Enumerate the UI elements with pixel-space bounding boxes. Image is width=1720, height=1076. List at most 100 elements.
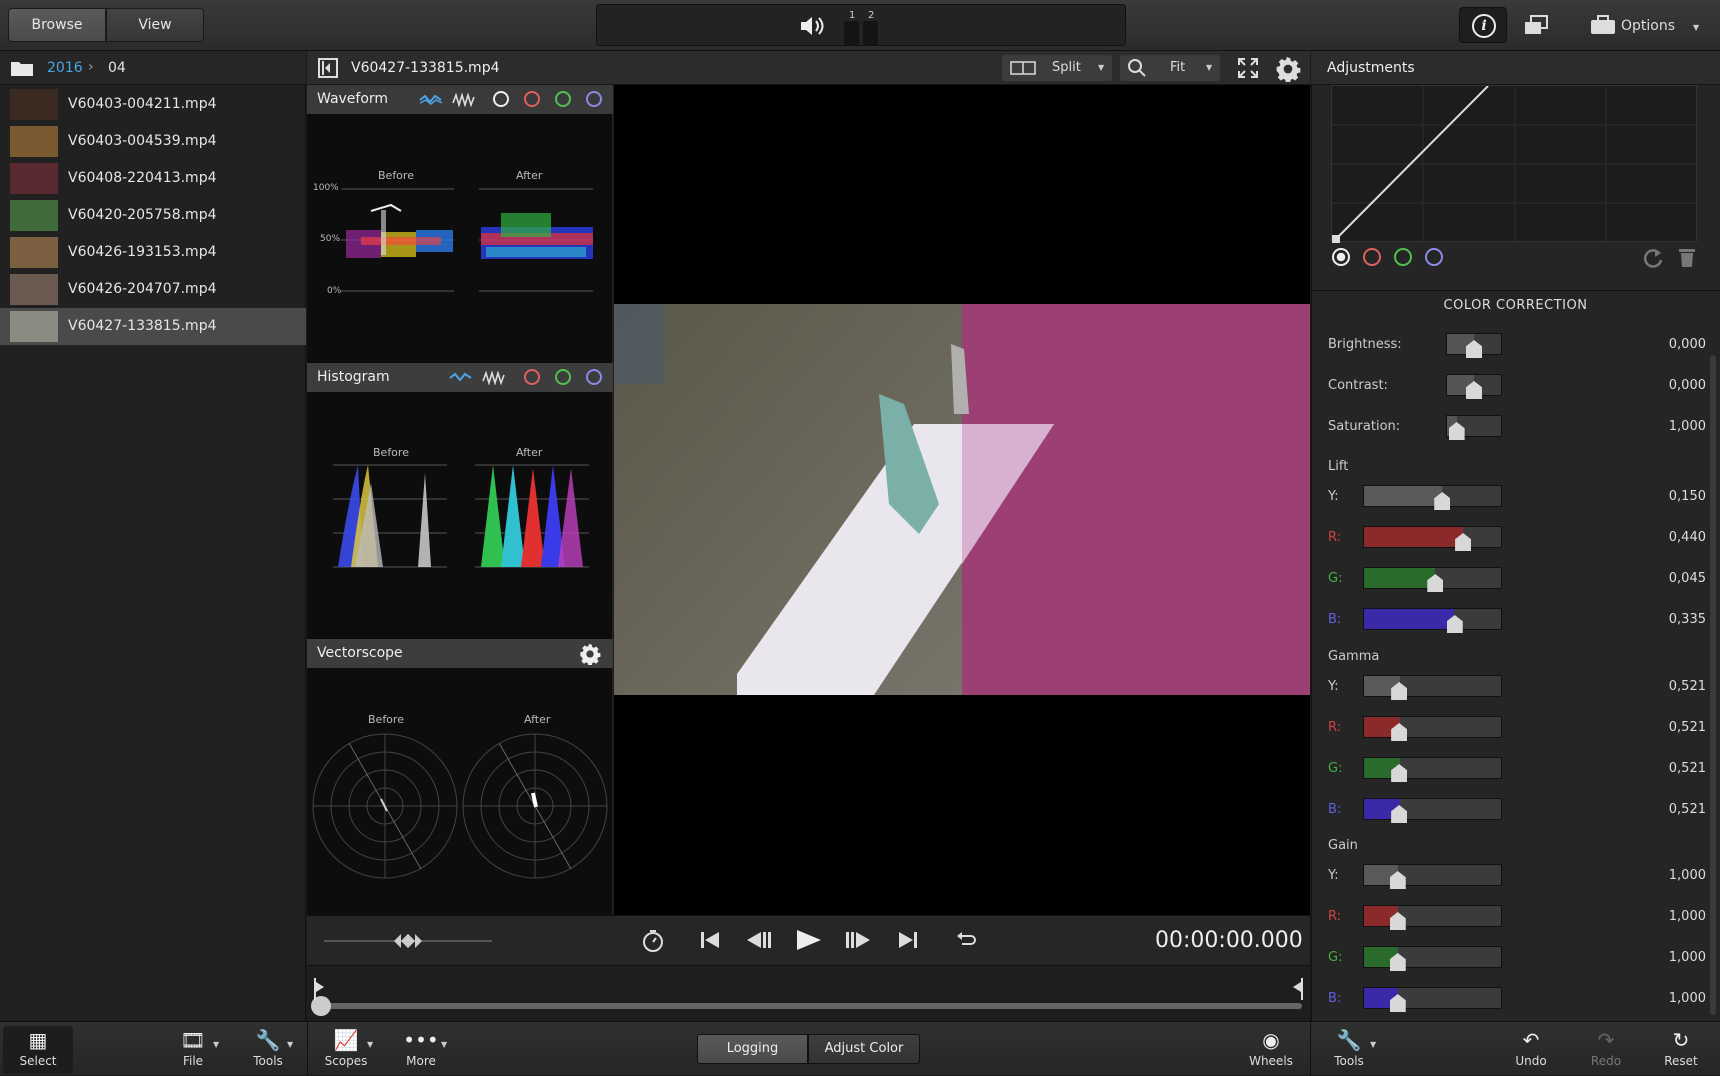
histogram-parade-icon[interactable] [482, 371, 506, 385]
curve-blue-toggle[interactable] [1425, 248, 1443, 266]
curves-editor[interactable] [1331, 85, 1698, 243]
more-menu-button[interactable]: ••• More [386, 1026, 456, 1074]
zoom-dropdown[interactable]: Fit ▼ [1120, 55, 1220, 81]
loop-icon[interactable] [954, 930, 978, 950]
slider-gamma-r[interactable]: R: 0,521 [1311, 713, 1706, 743]
slider-gamma-g[interactable]: G: 0,521 [1311, 754, 1706, 784]
file-list-item[interactable]: V60403-004539.mp4 [0, 123, 306, 160]
vectorscope-settings-gear-icon[interactable] [579, 643, 601, 665]
slider-lift-g[interactable]: G: 0,045 [1311, 564, 1706, 594]
slider-lift-r[interactable]: R: 0,440 [1311, 523, 1706, 553]
slider-gamma-y[interactable]: Y: 0,521 [1311, 672, 1706, 702]
curve-red-toggle[interactable] [1363, 248, 1381, 266]
speaker-icon[interactable] [799, 15, 827, 37]
tools-menu-button[interactable]: 🔧 Tools [233, 1026, 303, 1074]
undo-button[interactable]: ↶ Undo [1496, 1026, 1566, 1074]
slider-track[interactable] [1363, 946, 1502, 968]
vectorscope-graph [312, 733, 608, 879]
skip-to-start-icon[interactable] [699, 930, 721, 950]
breadcrumb-year[interactable]: 2016 [47, 60, 83, 76]
blue-channel-toggle[interactable] [586, 91, 602, 107]
slider-track[interactable] [1363, 608, 1502, 630]
collapse-panel-icon[interactable] [318, 58, 338, 78]
briefcase-icon[interactable] [1590, 15, 1616, 35]
logging-tab[interactable]: Logging [697, 1034, 808, 1064]
out-point-marker-icon[interactable] [1291, 978, 1303, 1000]
file-list-item[interactable]: V60408-220413.mp4 [0, 160, 306, 197]
more-caret-icon[interactable]: ▼ [441, 1040, 447, 1049]
adjustments-scrollbar[interactable] [1710, 355, 1716, 1015]
histogram-blue-toggle[interactable] [586, 369, 602, 385]
curve-green-toggle[interactable] [1394, 248, 1412, 266]
split-dropdown[interactable]: Split ▼ [1002, 55, 1112, 81]
folder-icon[interactable] [10, 59, 34, 77]
step-forward-icon[interactable] [844, 930, 872, 950]
luma-channel-toggle[interactable] [493, 91, 509, 107]
reset-button[interactable]: ↻ Reset [1646, 1026, 1716, 1074]
slider-track[interactable] [1363, 716, 1502, 738]
options-menu[interactable]: Options [1621, 18, 1675, 34]
red-channel-toggle[interactable] [524, 91, 540, 107]
view-button[interactable]: View [106, 8, 204, 42]
slider-track[interactable] [1363, 864, 1502, 886]
slider-track[interactable] [1363, 675, 1502, 697]
windows-icon[interactable] [1523, 14, 1549, 36]
file-list-item[interactable]: V60403-004211.mp4 [0, 86, 306, 123]
green-channel-toggle[interactable] [555, 91, 571, 107]
fullscreen-icon[interactable] [1237, 57, 1259, 79]
adjust-tools-caret-icon[interactable]: ▼ [1370, 1040, 1376, 1049]
select-button[interactable]: ▦ Select [3, 1026, 73, 1074]
browse-button[interactable]: Browse [8, 8, 106, 42]
breadcrumb-month[interactable]: 04 [108, 60, 126, 76]
slider-gain-y[interactable]: Y: 1,000 [1311, 861, 1706, 891]
options-caret-icon[interactable]: ▼ [1693, 23, 1699, 32]
scrub-track[interactable] [320, 1003, 1302, 1009]
curve-luma-toggle[interactable] [1332, 248, 1350, 266]
slider-contrast[interactable]: Contrast: 0,000 [1311, 371, 1706, 401]
histogram-red-toggle[interactable] [524, 369, 540, 385]
slider-lift-b[interactable]: B: 0,335 [1311, 605, 1706, 635]
viewer-settings-gear-icon[interactable] [1275, 56, 1301, 82]
timeline-scrubber[interactable] [307, 965, 1310, 1021]
slider-gain-b[interactable]: B: 1,000 [1311, 984, 1706, 1014]
slider-gain-r[interactable]: R: 1,000 [1311, 902, 1706, 932]
waveform-parade-icon[interactable] [452, 93, 476, 107]
trash-icon[interactable] [1677, 246, 1697, 268]
wheels-button[interactable]: ◉ Wheels [1236, 1026, 1306, 1074]
play-icon[interactable] [793, 928, 823, 952]
file-list-item[interactable]: V60426-204707.mp4 [0, 271, 306, 308]
slider-track[interactable] [1363, 526, 1502, 548]
file-menu-button[interactable]: 🎞 File [158, 1026, 228, 1074]
jog-shuttle-handle-icon[interactable] [393, 932, 423, 950]
step-back-icon[interactable] [745, 930, 773, 950]
file-list-item[interactable]: V60420-205758.mp4 [0, 197, 306, 234]
in-point-marker-icon[interactable] [314, 978, 326, 1000]
waveform-overlay-icon[interactable] [419, 94, 443, 106]
file-caret-icon[interactable]: ▼ [213, 1040, 219, 1049]
scopes-caret-icon[interactable]: ▼ [367, 1040, 373, 1049]
adjust-tools-button[interactable]: 🔧 Tools [1314, 1026, 1384, 1074]
slider-gamma-b[interactable]: B: 0,521 [1311, 795, 1706, 825]
slider-brightness[interactable]: Brightness: 0,000 [1311, 330, 1706, 360]
slider-track[interactable] [1363, 757, 1502, 779]
slider-track[interactable] [1363, 905, 1502, 927]
skip-to-end-icon[interactable] [897, 930, 919, 950]
timer-icon[interactable] [641, 929, 665, 953]
slider-track[interactable] [1363, 798, 1502, 820]
tools-caret-icon[interactable]: ▼ [287, 1040, 293, 1049]
scopes-menu-button[interactable]: 📈 Scopes [311, 1026, 381, 1074]
slider-gain-g[interactable]: G: 1,000 [1311, 943, 1706, 973]
slider-saturation[interactable]: Saturation: 1,000 [1311, 412, 1706, 442]
curve-reset-icon[interactable] [1642, 247, 1664, 269]
histogram-overlay-icon[interactable] [449, 372, 473, 384]
histogram-green-toggle[interactable] [555, 369, 571, 385]
adjust-color-tab[interactable]: Adjust Color [808, 1034, 920, 1064]
slider-track[interactable] [1363, 485, 1502, 507]
file-list-item[interactable]: V60427-133815.mp4 [0, 308, 306, 345]
redo-button[interactable]: ↷ Redo [1571, 1026, 1641, 1074]
file-list-item[interactable]: V60426-193153.mp4 [0, 234, 306, 271]
info-button[interactable]: i [1459, 7, 1507, 43]
video-viewer[interactable] [614, 85, 1310, 915]
slider-track[interactable] [1363, 987, 1502, 1009]
slider-lift-y[interactable]: Y: 0,150 [1311, 482, 1706, 512]
